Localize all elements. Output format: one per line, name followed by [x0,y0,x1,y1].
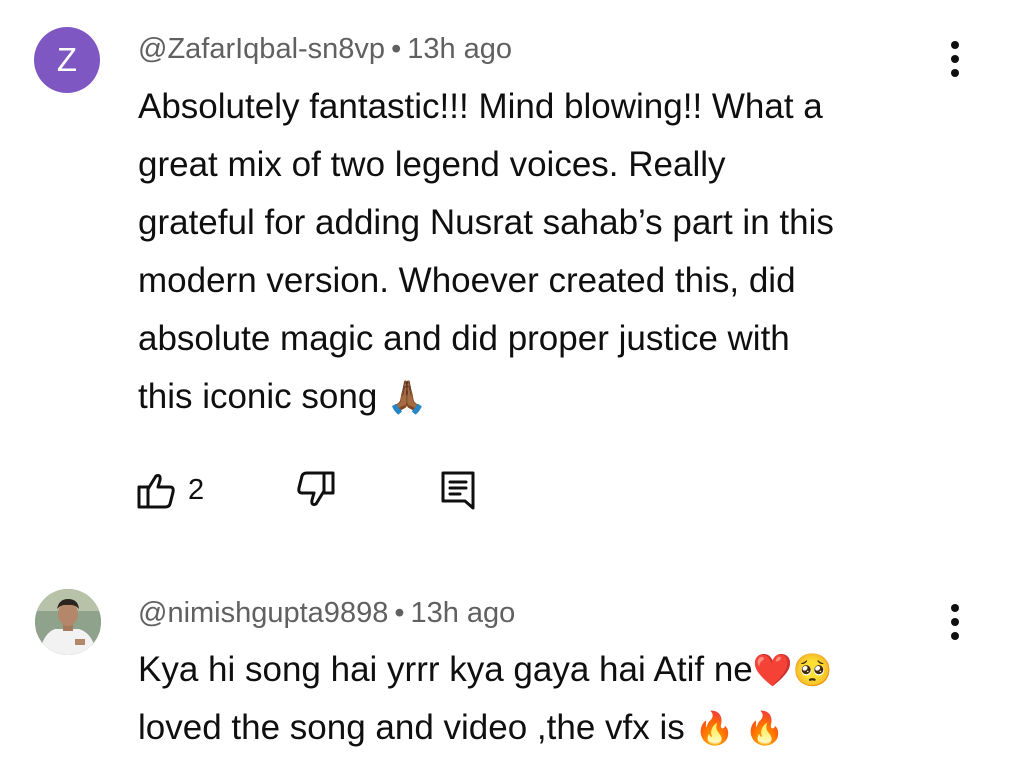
comment-actions: 2 [134,462,534,518]
more-options-button[interactable] [930,597,980,647]
thumbs-down-icon [297,471,335,506]
like-count: 2 [188,473,205,506]
fire-emoji: 🔥 🔥 [694,709,785,747]
user-photo-icon [35,589,101,655]
reply-button[interactable] [438,462,478,518]
comment-thread: Z @ZafarIqbal-sn8vp • 13h ago Absolutely f… [0,0,1024,560]
meta-separator: • [394,597,405,629]
comment-line: Kya hi song hai yrrr kya gaya hai Atif n… [138,641,958,699]
comment-line: great mix of two legend voices. Really [138,145,726,184]
avatar-letter: Z [56,41,78,78]
comment-line-last: this iconic song 🙏🏾 [138,368,958,426]
comment-line-text: this iconic song [138,377,378,416]
thumbs-up-icon [137,474,175,509]
folded-hands-emoji: 🙏🏾 [387,378,427,416]
comment-body: Absolutely fantastic!!! Mind blowing!! W… [138,78,958,426]
comment-line: modern version. Whoever created this, di… [138,261,796,300]
more-vertical-icon [951,41,959,77]
comment-thread: @nimishgupta9898 • 13h ago Kya hi song hai… [0,560,1024,768]
avatar[interactable] [35,589,101,655]
comment-author[interactable]: @nimishgupta9898 [138,597,388,629]
comment-line-text: loved the song and video ,the vfx is [138,708,695,747]
comment-meta: @nimishgupta9898 • 13h ago [138,597,515,630]
comment-line-text: Kya hi song hai yrrr kya gaya hai Atif n… [138,650,753,689]
more-vertical-icon [951,604,959,640]
avatar[interactable]: Z [34,27,100,93]
comment-author[interactable]: @ZafarIqbal-sn8vp [138,33,385,65]
comment-line: grateful for adding Nusrat sahab’s part … [138,203,834,242]
comment-time: 13h ago [410,597,516,629]
comment-line: absolute magic and did proper justice wi… [138,319,790,358]
dislike-button[interactable] [294,462,338,518]
meta-separator: • [391,33,402,65]
comments-list: Z @ZafarIqbal-sn8vp • 13h ago Absolutely f… [0,0,1024,768]
like-button[interactable]: 2 [134,462,204,518]
comment-body: Kya hi song hai yrrr kya gaya hai Atif n… [138,641,958,757]
reply-comment-icon [441,471,475,510]
heart-pleading-emoji: ❤️🥺 [752,651,833,689]
comment-line: Absolutely fantastic!!! Mind blowing!! W… [138,87,823,126]
more-options-button[interactable] [930,34,980,84]
comment-line: loved the song and video ,the vfx is 🔥 🔥 [138,699,958,757]
comment-meta: @ZafarIqbal-sn8vp • 13h ago [138,33,512,66]
comment-time: 13h ago [407,33,513,65]
